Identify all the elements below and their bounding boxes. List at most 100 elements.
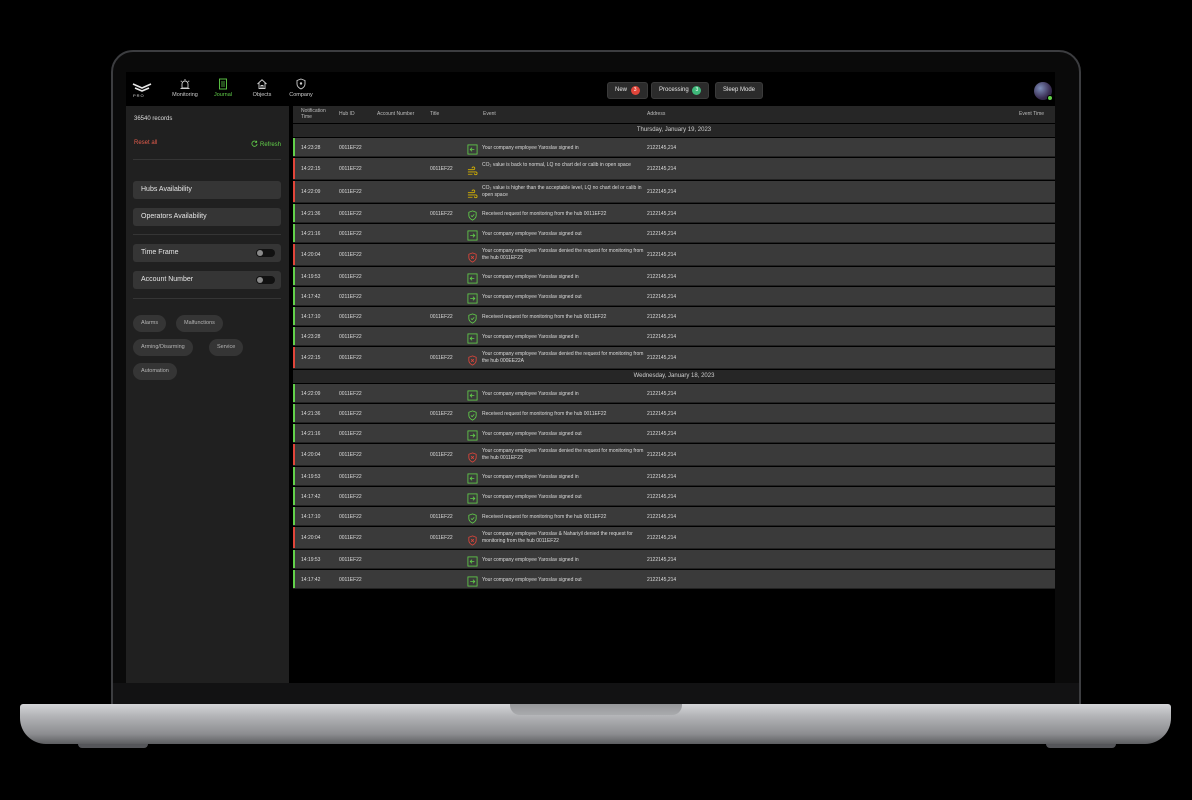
cell-address: 2122145,214: [647, 556, 677, 563]
shield-check-icon: [467, 311, 478, 324]
house-icon: [257, 79, 267, 89]
col-title[interactable]: Title: [430, 111, 439, 118]
cell-account-number: 0011EF22: [430, 210, 453, 217]
sign-in-icon: [467, 331, 478, 344]
account-number-toggle[interactable]: [256, 276, 275, 284]
sign-out-icon: [467, 574, 478, 587]
cell-event: Your company employee Yaroslav denied th…: [482, 351, 644, 364]
col-event[interactable]: Event: [483, 111, 496, 118]
reset-all-link[interactable]: Reset all: [134, 140, 157, 146]
table-row[interactable]: 14:22:09 0011EF22 Your company employee Ya…: [293, 384, 1055, 403]
cell-address: 2122145,214: [647, 252, 677, 258]
co2-icon: [467, 164, 478, 175]
cell-notification-time: 14:22:09: [301, 390, 321, 397]
chip-service[interactable]: Service: [209, 339, 244, 356]
chip-arming-disarming[interactable]: Arming/Disarming: [133, 339, 193, 356]
operators-availability-button[interactable]: Operators Availability: [133, 208, 281, 226]
table-row[interactable]: 14:22:15 0011EF22 0011EF22 CO₂ value is bac…: [293, 158, 1055, 180]
time-frame-toggle[interactable]: [256, 249, 275, 257]
table-row[interactable]: 14:19:53 0011EF22 Your company employee Ya…: [293, 467, 1055, 486]
co2-icon: [467, 187, 478, 198]
status-bar: [293, 244, 295, 265]
shield-icon: [296, 78, 306, 90]
table-row[interactable]: 14:20:04 0011EF22 Your company employee Ya…: [293, 244, 1055, 266]
cell-hub-id: 0011EF22: [339, 252, 362, 258]
table-row[interactable]: 14:17:42 0211EF22 Your company employee Ya…: [293, 287, 1055, 306]
cell-hub-id: 0011EF22: [339, 144, 362, 151]
cell-address: 2122145,214: [647, 493, 677, 500]
table-row[interactable]: 14:21:16 0011EF22 Your company employee Ya…: [293, 424, 1055, 443]
cell-address: 2122145,214: [647, 513, 677, 520]
shield-x-icon: [467, 533, 478, 546]
shield-x-icon: [467, 250, 478, 263]
status-bar: [293, 158, 295, 179]
processing-events-button[interactable]: Processing 3: [651, 82, 710, 99]
table-row[interactable]: 14:20:04 0011EF22 0011EF22 Your company emp…: [293, 444, 1055, 466]
chip-malfunctions[interactable]: Malfunctions: [176, 315, 223, 332]
sign-out-icon: [467, 291, 478, 304]
sleep-mode-button[interactable]: Sleep Mode: [715, 82, 764, 99]
table-row[interactable]: 14:17:10 0011EF22 0011EF22 Received request…: [293, 307, 1055, 326]
processing-count-badge: 3: [692, 86, 702, 95]
cell-hub-id: 0011EF22: [339, 273, 362, 280]
table-row[interactable]: 14:19:53 0011EF22 Your company employee Ya…: [293, 267, 1055, 286]
cell-notification-time: 14:19:53: [301, 473, 321, 480]
nav-company[interactable]: Company: [281, 78, 321, 104]
laptop-chin: [113, 683, 1079, 705]
nav-label: Journal: [213, 92, 233, 98]
col-event-time[interactable]: Event Time: [1019, 111, 1044, 118]
cell-address: 2122145,214: [647, 410, 677, 417]
table-row[interactable]: 14:20:04 0011EF22 0011EF22 Your company emp…: [293, 527, 1055, 549]
sign-in-icon: [467, 388, 478, 401]
nav-objects[interactable]: Objects: [242, 78, 282, 104]
cell-hub-id: 0011EF22: [339, 166, 362, 172]
nav-monitoring[interactable]: Monitoring: [165, 78, 205, 104]
cell-hub-id: 0011EF22: [339, 576, 362, 583]
account-number-filter[interactable]: Account Number: [133, 271, 281, 289]
cell-event: Your company employee Yaroslav signed ou…: [482, 430, 582, 437]
cell-event: Your company employee Yaroslav signed in: [482, 144, 579, 151]
table-row[interactable]: 14:17:42 0011EF22 Your company employee Ya…: [293, 570, 1055, 589]
cell-address: 2122145,214: [647, 333, 677, 340]
nav-journal[interactable]: Journal: [203, 78, 243, 104]
table-row[interactable]: 14:19:53 0011EF22 Your company employee Ya…: [293, 550, 1055, 569]
status-bar: [293, 347, 295, 368]
cell-address: 2122145,214: [647, 576, 677, 583]
cell-hub-id: 0011EF22: [339, 513, 362, 520]
table-row[interactable]: 14:22:09 0011EF22 CO₂ value is higher than…: [293, 181, 1055, 203]
time-frame-filter[interactable]: Time Frame: [133, 244, 281, 262]
table-row[interactable]: 14:21:36 0011EF22 0011EF22 Received request…: [293, 204, 1055, 223]
table-row[interactable]: 14:21:16 0011EF22 Your company employee Ya…: [293, 224, 1055, 243]
cell-address: 2122145,214: [647, 535, 677, 541]
new-events-button[interactable]: New 3: [607, 82, 648, 99]
nav-label: Objects: [252, 92, 272, 98]
status-bar: [293, 424, 295, 442]
cell-address: 2122145,214: [647, 313, 677, 320]
date-separator: Thursday, January 19, 2023: [293, 124, 1055, 137]
col-notification-time[interactable]: Notification Time: [301, 108, 333, 120]
shield-x-icon: [467, 353, 478, 366]
cell-event: Your company employee Yaroslav signed ou…: [482, 230, 582, 237]
table-row[interactable]: 14:17:42 0011EF22 Your company employee Ya…: [293, 487, 1055, 506]
cell-notification-time: 14:21:36: [301, 410, 321, 417]
hubs-availability-button[interactable]: Hubs Availability: [133, 181, 281, 199]
table-row[interactable]: 14:23:28 0011EF22 Your company employee Ya…: [293, 138, 1055, 157]
col-hub-id[interactable]: Hub ID: [339, 111, 355, 118]
col-address[interactable]: Address: [647, 111, 665, 118]
siren-icon: [180, 79, 190, 89]
col-account-number[interactable]: Account Number: [377, 111, 414, 118]
cell-event: Your company employee Yaroslav signed in: [482, 390, 579, 397]
chip-automation[interactable]: Automation: [133, 363, 177, 380]
table-row[interactable]: 14:17:10 0011EF22 0011EF22 Received request…: [293, 507, 1055, 526]
cell-account-number: 0011EF22: [430, 355, 453, 361]
time-frame-label: Time Frame: [141, 249, 179, 256]
table-row[interactable]: 14:22:15 0011EF22 0011EF22 Your company emp…: [293, 347, 1055, 369]
status-bar: [293, 307, 295, 325]
refresh-button[interactable]: Refresh: [251, 140, 281, 148]
cell-notification-time: 14:23:28: [301, 333, 321, 340]
cell-notification-time: 14:17:42: [301, 576, 321, 583]
chip-alarms[interactable]: Alarms: [133, 315, 167, 332]
status-bar: [293, 487, 295, 505]
table-row[interactable]: 14:23:28 0011EF22 Your company employee Ya…: [293, 327, 1055, 346]
table-row[interactable]: 14:21:36 0011EF22 0011EF22 Received request…: [293, 404, 1055, 423]
